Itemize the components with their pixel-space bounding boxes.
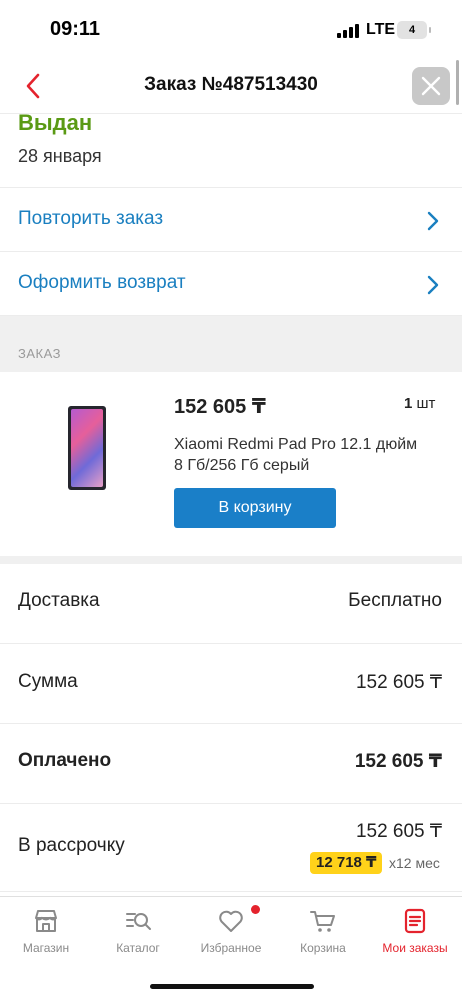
header: Заказ №487513430 bbox=[0, 62, 462, 114]
home-indicator bbox=[150, 984, 314, 989]
add-to-cart-button[interactable]: В корзину bbox=[174, 488, 336, 528]
shop-icon bbox=[35, 910, 57, 932]
orders-icon bbox=[404, 908, 426, 934]
repeat-order-button[interactable]: Повторить заказ bbox=[0, 188, 462, 252]
installment-monthly-badge: 12 718 ₸ bbox=[310, 852, 383, 874]
installment-value: 152 605 ₸ bbox=[355, 821, 442, 842]
paid-label: Оплачено bbox=[18, 750, 112, 771]
product-quantity: 1 шт bbox=[404, 395, 435, 412]
installment-label: В рассрочку bbox=[18, 835, 125, 856]
delivery-row: Доставка Бесплатно bbox=[0, 564, 462, 644]
chevron-right-icon bbox=[427, 275, 439, 295]
tab-favorites[interactable]: Избранное bbox=[184, 897, 278, 967]
network-type: LTE bbox=[366, 21, 396, 38]
tab-label: Корзина bbox=[300, 941, 346, 955]
sum-label: Сумма bbox=[18, 671, 78, 692]
tab-label: Мои заказы bbox=[382, 941, 448, 955]
delivery-label: Доставка bbox=[18, 590, 100, 611]
sum-value: 152 605 ₸ bbox=[355, 672, 442, 693]
product-image[interactable] bbox=[68, 406, 106, 490]
status-bar: 09:11 LTE 4 bbox=[0, 0, 462, 62]
product-name[interactable]: Xiaomi Redmi Pad Pro 12.1 дюйм 8 Гб/256 … bbox=[174, 434, 424, 476]
close-button[interactable] bbox=[412, 67, 450, 105]
repeat-order-label: Повторить заказ bbox=[18, 208, 164, 229]
heart-icon bbox=[219, 910, 243, 932]
tab-label: Избранное bbox=[200, 941, 262, 955]
battery-icon: 4 bbox=[397, 21, 431, 39]
product-card: 152 605 ₸ 1 шт Xiaomi Redmi Pad Pro 12.1… bbox=[0, 372, 462, 556]
return-order-label: Оформить возврат bbox=[18, 272, 186, 293]
tab-my-orders[interactable]: Мои заказы bbox=[368, 897, 462, 967]
divider bbox=[0, 556, 462, 564]
order-status: Выдан bbox=[18, 110, 93, 135]
paid-row: Оплачено 152 605 ₸ bbox=[0, 724, 462, 804]
section-label: ЗАКАЗ bbox=[18, 346, 61, 361]
quantity-unit: шт bbox=[412, 395, 436, 412]
battery-level: 4 bbox=[408, 24, 416, 36]
product-price: 152 605 ₸ bbox=[174, 396, 266, 418]
order-date: 28 января bbox=[18, 146, 102, 166]
scrollbar[interactable] bbox=[456, 60, 459, 105]
tab-label: Магазин bbox=[22, 941, 70, 955]
tab-catalog[interactable]: Каталог bbox=[92, 897, 184, 967]
chevron-right-icon bbox=[427, 211, 439, 231]
tab-shop[interactable]: Магазин bbox=[0, 897, 92, 967]
cart-icon bbox=[310, 911, 335, 932]
close-icon bbox=[421, 76, 441, 96]
return-order-button[interactable]: Оформить возврат bbox=[0, 252, 462, 316]
installment-row: В рассрочку 152 605 ₸ bbox=[0, 804, 462, 892]
installment-term: x12 мес bbox=[389, 855, 440, 871]
paid-value: 152 605 ₸ bbox=[354, 751, 442, 772]
sum-row: Сумма 152 605 ₸ bbox=[0, 644, 462, 724]
tab-label: Каталог bbox=[116, 941, 160, 955]
page-title: Заказ №487513430 bbox=[144, 74, 318, 95]
tab-cart[interactable]: Корзина bbox=[278, 897, 368, 967]
order-status-block: Выдан 28 января bbox=[0, 110, 462, 188]
catalog-search-icon bbox=[126, 913, 151, 930]
status-time: 09:11 bbox=[50, 18, 101, 40]
section-header: ЗАКАЗ bbox=[0, 316, 462, 372]
signal-icon bbox=[337, 24, 359, 38]
notification-dot bbox=[251, 905, 260, 914]
delivery-value: Бесплатно bbox=[348, 590, 442, 611]
